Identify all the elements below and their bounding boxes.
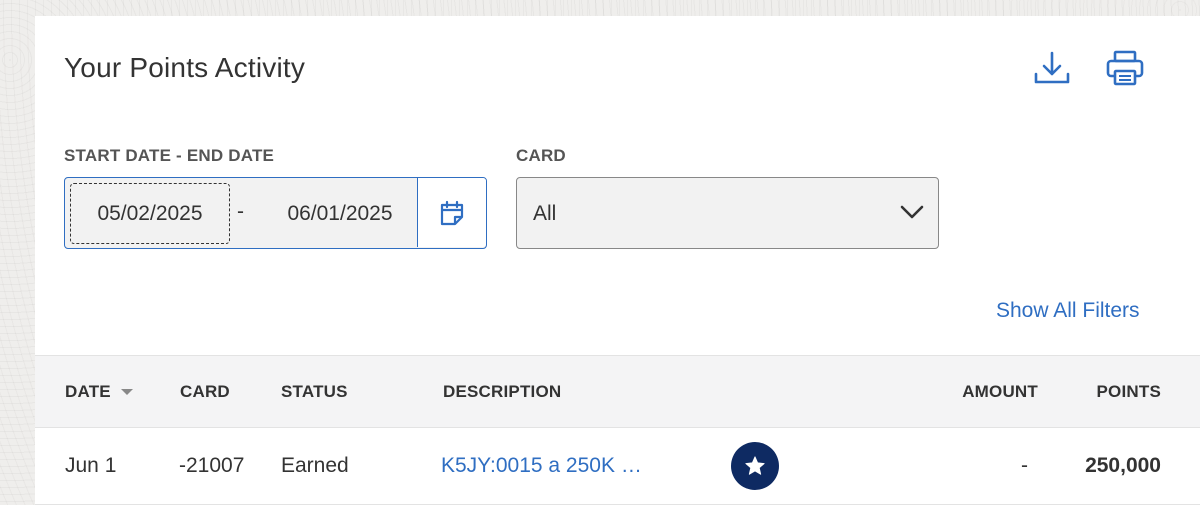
card-select[interactable]: All bbox=[516, 177, 939, 249]
card-select-value: All bbox=[533, 202, 557, 225]
date-range-field: 05/02/2025 - 06/01/2025 bbox=[64, 177, 487, 249]
download-icon bbox=[1034, 51, 1070, 84]
end-date-input[interactable]: 06/01/2025 bbox=[265, 183, 415, 244]
card-filter-label: CARD bbox=[516, 146, 566, 165]
star-icon bbox=[745, 456, 765, 475]
show-all-filters-link[interactable]: Show All Filters bbox=[996, 299, 1140, 323]
row-points: 250,000 bbox=[1085, 454, 1161, 477]
points-activity-panel: Your Points Activity START DATE - END DA… bbox=[35, 16, 1200, 505]
row-amount: - bbox=[1021, 454, 1028, 477]
column-header-description: DESCRIPTION bbox=[443, 382, 562, 401]
calendar-button[interactable] bbox=[417, 178, 486, 247]
column-header-status: STATUS bbox=[281, 382, 348, 401]
sort-caret-icon[interactable] bbox=[121, 389, 133, 395]
row-status: Earned bbox=[281, 454, 349, 477]
chevron-down-icon bbox=[900, 205, 924, 219]
table-row: Jun 1 -21007 Earned K5JY:0015 a 250K … -… bbox=[35, 428, 1200, 505]
column-header-amount: AMOUNT bbox=[962, 382, 1038, 401]
star-badge bbox=[731, 442, 779, 490]
row-date: Jun 1 bbox=[65, 454, 117, 477]
print-icon bbox=[1106, 50, 1144, 86]
download-button[interactable] bbox=[1030, 46, 1074, 90]
page-title: Your Points Activity bbox=[64, 52, 306, 83]
date-range-label: START DATE - END DATE bbox=[64, 146, 275, 165]
start-date-input[interactable]: 05/02/2025 bbox=[70, 183, 230, 244]
column-header-points: POINTS bbox=[1096, 382, 1161, 401]
column-header-card: CARD bbox=[180, 382, 230, 401]
row-card: -21007 bbox=[179, 454, 245, 477]
row-description-link[interactable]: K5JY:0015 a 250K … bbox=[441, 454, 642, 478]
column-header-date[interactable]: DATE bbox=[65, 382, 111, 402]
calendar-icon bbox=[440, 200, 464, 225]
print-button[interactable] bbox=[1103, 46, 1147, 90]
table-header: DATE CARD STATUS DESCRIPTION AMOUNT POIN… bbox=[35, 355, 1200, 428]
date-separator: - bbox=[237, 200, 244, 223]
